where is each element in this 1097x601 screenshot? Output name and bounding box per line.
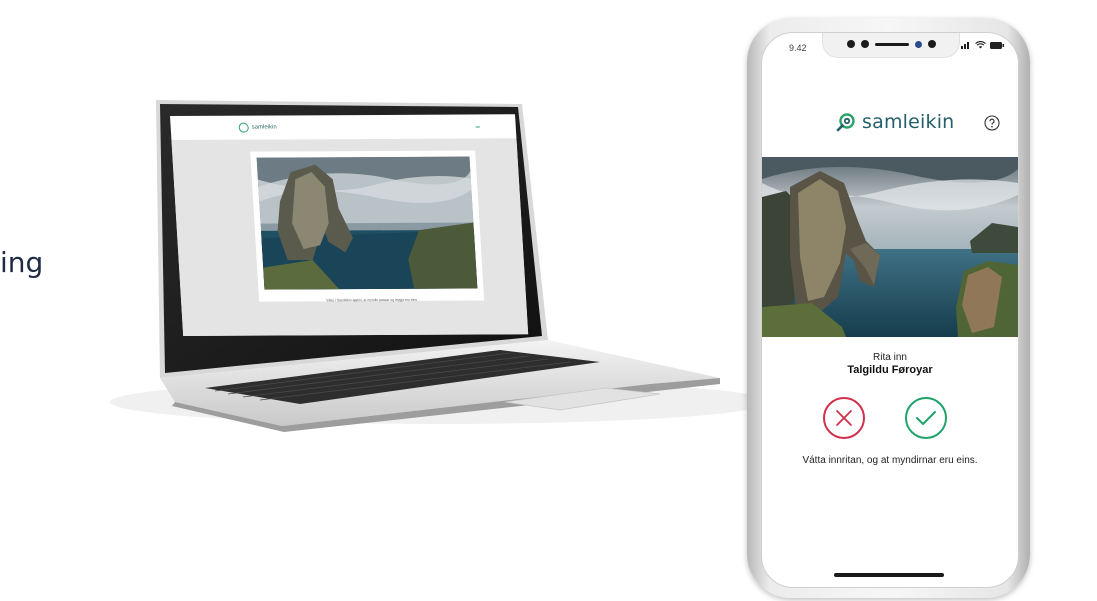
close-icon bbox=[836, 410, 852, 426]
prompt-service-name: Talgildu Føroyar bbox=[847, 364, 933, 376]
speaker-bar bbox=[874, 42, 909, 46]
laptop-site-header: samleikin bbox=[170, 114, 516, 140]
app-brand: samleikin bbox=[836, 111, 954, 133]
app-header: samleikin bbox=[762, 109, 1018, 141]
prompt-title: Rita inn bbox=[873, 352, 907, 363]
help-icon[interactable] bbox=[984, 115, 1000, 131]
reject-button[interactable] bbox=[823, 397, 865, 439]
laptop-page-body: Váttu í Samleikin appini, at myndin pass… bbox=[171, 138, 529, 336]
phone-device: 9.42 samleikin Rita inn Talgildu Føroyar… bbox=[747, 18, 1030, 598]
phone-notch bbox=[822, 33, 960, 58]
laptop-device: samleikin Váttu í Samleikin appini, at m… bbox=[0, 0, 760, 601]
laptop-landscape-photo bbox=[256, 156, 478, 290]
samleikin-logo-icon bbox=[836, 113, 855, 132]
front-camera bbox=[914, 40, 922, 48]
laptop-nav bbox=[475, 122, 502, 128]
laptop-site-logo: samleikin bbox=[238, 122, 277, 133]
laptop-card-caption: Váttu í Samleikin appini, at myndin pass… bbox=[326, 297, 418, 303]
laptop-screen: samleikin Váttu í Samleikin appini, at m… bbox=[170, 114, 529, 337]
samleikin-logo-icon bbox=[238, 122, 250, 133]
phone-screen: 9.42 samleikin Rita inn Talgildu Føroyar… bbox=[761, 32, 1019, 588]
laptop-nav-item[interactable] bbox=[475, 122, 480, 128]
laptop-verification-card: Váttu í Samleikin appini, at myndin pass… bbox=[250, 150, 485, 303]
status-time: 9.42 bbox=[789, 43, 807, 53]
status-icons bbox=[961, 41, 1004, 49]
instruction-text: Vátta innritan, og at myndirnar eru eins… bbox=[802, 455, 978, 466]
wifi-icon bbox=[975, 41, 986, 49]
laptop-nav-item[interactable] bbox=[488, 122, 491, 127]
sensor-dot-right bbox=[927, 40, 936, 48]
laptop-nav-item[interactable] bbox=[500, 122, 502, 127]
battery-icon bbox=[990, 41, 1004, 49]
laptop-logo-text: samleikin bbox=[251, 124, 277, 131]
camera-dot bbox=[846, 40, 855, 48]
confirm-button[interactable] bbox=[905, 397, 947, 439]
sensor-dot bbox=[860, 40, 869, 48]
home-indicator[interactable] bbox=[834, 573, 944, 577]
signal-icon bbox=[961, 42, 969, 49]
app-brand-text: samleikin bbox=[862, 111, 955, 133]
check-icon bbox=[916, 411, 936, 425]
verification-photo bbox=[762, 157, 1018, 337]
